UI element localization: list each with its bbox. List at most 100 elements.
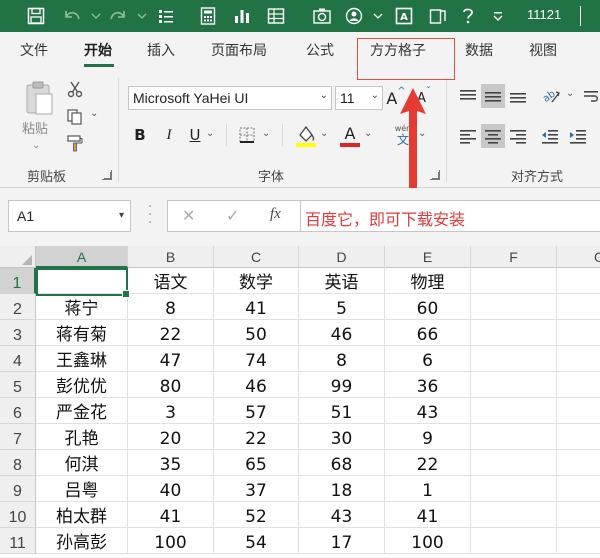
align-center-icon[interactable] (481, 124, 505, 148)
format-painter-icon[interactable] (64, 132, 86, 154)
redo-dropdown-icon[interactable] (130, 4, 154, 28)
cell-c9[interactable]: 37 (214, 476, 299, 502)
cell-f10[interactable] (471, 502, 557, 528)
frame-icon[interactable]: A (392, 4, 416, 28)
tab-file[interactable]: 文件 (20, 43, 48, 59)
bullet-list-icon[interactable] (154, 4, 178, 28)
row-header-5[interactable]: 5 (0, 372, 36, 398)
tab-page-layout[interactable]: 页面布局 (211, 43, 267, 59)
fill-color-dropdown-icon[interactable]: ⌄ (320, 128, 328, 139)
cell-c3[interactable]: 50 (214, 320, 299, 346)
cell-a7[interactable]: 孔艳 (36, 424, 128, 450)
tab-home[interactable]: 开始 (84, 43, 112, 59)
align-top-icon[interactable] (456, 84, 480, 108)
cell-g9[interactable] (557, 476, 600, 502)
cell-f3[interactable] (471, 320, 557, 346)
cell-c10[interactable]: 52 (214, 502, 299, 528)
underline-dropdown-icon[interactable]: ⌄ (206, 128, 214, 139)
row-header-3[interactable]: 3 (0, 320, 36, 346)
column-header-g[interactable]: G (557, 246, 600, 268)
decrease-indent-icon[interactable] (538, 124, 562, 148)
cell-f4[interactable] (471, 346, 557, 372)
cell-e10[interactable]: 41 (385, 502, 471, 528)
cell-d2[interactable]: 5 (299, 294, 385, 320)
cell-f11[interactable] (471, 528, 557, 554)
cell-d4[interactable]: 8 (299, 346, 385, 372)
cell-b7[interactable]: 20 (128, 424, 214, 450)
cell-g3[interactable] (557, 320, 600, 346)
cell-e5[interactable]: 36 (385, 372, 471, 398)
cell-c8[interactable]: 65 (214, 450, 299, 476)
cell-b1[interactable]: 语文 (128, 268, 214, 294)
cell-d11[interactable]: 17 (299, 528, 385, 554)
align-left-icon[interactable] (456, 124, 480, 148)
save-icon[interactable] (24, 4, 48, 28)
cell-f5[interactable] (471, 372, 557, 398)
cell-a2[interactable]: 蒋宁 (36, 294, 128, 320)
cell-f6[interactable] (471, 398, 557, 424)
row-header-1[interactable]: 1 (0, 268, 36, 294)
cell-d10[interactable]: 43 (299, 502, 385, 528)
cell-a6[interactable]: 严金花 (36, 398, 128, 424)
italic-button[interactable]: I (161, 124, 177, 146)
enter-icon[interactable]: ✓ (226, 206, 239, 225)
font-size-select[interactable]: 11 ⌄ (335, 86, 383, 110)
cell-g2[interactable] (557, 294, 600, 320)
redo-icon[interactable] (106, 4, 130, 28)
borders-dropdown-icon[interactable]: ⌄ (262, 128, 270, 139)
cell-e3[interactable]: 66 (385, 320, 471, 346)
cell-b5[interactable]: 80 (128, 372, 214, 398)
row-header-11[interactable]: 11 (0, 528, 36, 554)
column-header-b[interactable]: B (128, 246, 214, 268)
row-header-10[interactable]: 10 (0, 502, 36, 528)
tab-formulas[interactable]: 公式 (306, 43, 334, 59)
cell-c5[interactable]: 46 (214, 372, 299, 398)
cell-d6[interactable]: 51 (299, 398, 385, 424)
cell-f9[interactable] (471, 476, 557, 502)
cell-c4[interactable]: 74 (214, 346, 299, 372)
undo-dropdown-icon[interactable] (84, 4, 108, 28)
font-color-dropdown-icon[interactable]: ⌄ (364, 128, 372, 139)
bold-button[interactable]: B (131, 124, 149, 146)
cell-e7[interactable]: 9 (385, 424, 471, 450)
cell-e2[interactable]: 60 (385, 294, 471, 320)
cell-c11[interactable]: 54 (214, 528, 299, 554)
cell-g11[interactable] (557, 528, 600, 554)
fill-color-icon[interactable] (294, 122, 318, 148)
cell-e1[interactable]: 物理 (385, 268, 471, 294)
font-color-icon[interactable]: A (338, 122, 362, 148)
cell-f2[interactable] (471, 294, 557, 320)
cell-g5[interactable] (557, 372, 600, 398)
cell-b4[interactable]: 47 (128, 346, 214, 372)
cell-c1[interactable]: 数学 (214, 268, 299, 294)
bar-chart-icon[interactable] (230, 4, 254, 28)
cell-c7[interactable]: 22 (214, 424, 299, 450)
tab-insert[interactable]: 插入 (147, 43, 175, 59)
paste-icon[interactable] (22, 80, 56, 116)
font-launcher-icon[interactable] (430, 170, 440, 180)
cell-a11[interactable]: 孙高彭 (36, 528, 128, 554)
cell-a8[interactable]: 何淇 (36, 450, 128, 476)
cell-e9[interactable]: 1 (385, 476, 471, 502)
row-header-2[interactable]: 2 (0, 294, 36, 320)
font-name-select[interactable]: Microsoft YaHei UI ⌄ (128, 86, 332, 110)
copy-icon[interactable] (64, 106, 86, 128)
more-icon[interactable] (486, 4, 510, 28)
row-header-9[interactable]: 9 (0, 476, 36, 502)
column-header-d[interactable]: D (299, 246, 385, 268)
borders-icon[interactable] (236, 124, 258, 146)
cell-g10[interactable] (557, 502, 600, 528)
cell-d9[interactable]: 18 (299, 476, 385, 502)
cell-a4[interactable]: 王鑫琳 (36, 346, 128, 372)
dropdown-icon[interactable] (366, 4, 390, 28)
cell-b6[interactable]: 3 (128, 398, 214, 424)
cell-c2[interactable]: 41 (214, 294, 299, 320)
cell-g1[interactable] (557, 268, 600, 294)
text-box-icon[interactable] (426, 4, 450, 28)
cell-e4[interactable]: 6 (385, 346, 471, 372)
orientation-icon[interactable]: ab (538, 84, 564, 108)
paste-label[interactable]: 粘贴 (22, 118, 48, 137)
column-header-f[interactable]: F (471, 246, 557, 268)
cell-e8[interactable]: 22 (385, 450, 471, 476)
underline-button[interactable]: U (186, 124, 204, 146)
